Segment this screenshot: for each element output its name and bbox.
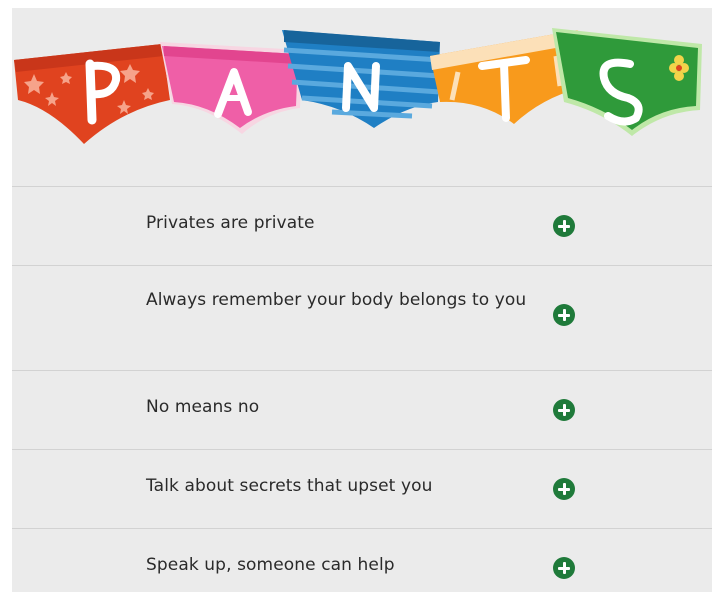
plus-circle-icon[interactable] — [553, 304, 575, 326]
pants-panel: Privates are private Always remember you… — [12, 8, 712, 592]
accordion-item-speak-up[interactable]: Speak up, someone can help — [12, 529, 712, 592]
pants-n — [282, 30, 441, 128]
accordion-item-label: Speak up, someone can help — [146, 555, 395, 575]
plus-circle-icon[interactable] — [553, 557, 575, 579]
accordion-item-no-means-no[interactable]: No means no — [12, 371, 712, 450]
accordion-item-secrets[interactable]: Talk about secrets that upset you — [12, 450, 712, 529]
plus-circle-icon[interactable] — [553, 399, 575, 421]
pants-p — [14, 44, 170, 144]
accordion-item-body-belongs[interactable]: Always remember your body belongs to you — [12, 266, 712, 371]
plus-circle-icon[interactable] — [553, 215, 575, 237]
pants-accordion: Privates are private Always remember you… — [12, 186, 712, 592]
plus-circle-icon[interactable] — [553, 478, 575, 500]
accordion-item-label: Always remember your body belongs to you — [146, 290, 527, 310]
accordion-item-label: Privates are private — [146, 213, 315, 233]
accordion-item-label: Talk about secrets that upset you — [146, 476, 433, 496]
accordion-item-privates[interactable]: Privates are private — [12, 187, 712, 266]
pants-banner — [12, 8, 712, 158]
pants-illustration — [14, 28, 702, 144]
pants-s — [552, 28, 702, 136]
accordion-item-label: No means no — [146, 397, 260, 417]
pants-a — [160, 42, 302, 134]
